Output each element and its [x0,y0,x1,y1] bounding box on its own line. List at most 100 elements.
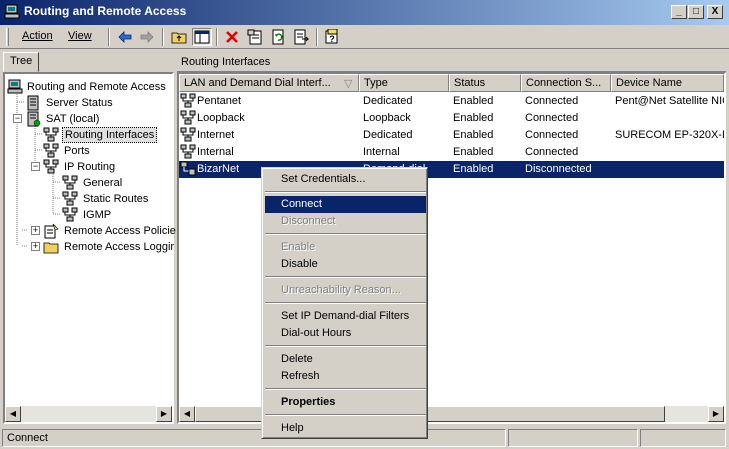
column-header-type[interactable]: Type [359,74,449,92]
server-green-icon [27,111,41,127]
menu-separator [265,191,426,193]
network-icon [43,127,59,142]
tree-item-server-status[interactable]: Server Status [44,96,115,112]
network-interface-icon [180,110,196,125]
expand-expander[interactable]: + [31,226,40,235]
collapse-expander[interactable]: − [13,114,22,123]
sort-indicator-icon: ▽ [344,78,353,90]
network-interface-icon [180,127,196,142]
toolbar-separator [108,28,110,46]
close-button[interactable]: X [707,5,723,19]
menu-item-delete[interactable]: Delete [265,351,426,368]
menu-action[interactable]: Action [22,30,53,42]
network-icon [62,175,78,190]
menu-view[interactable]: View [68,30,92,42]
collapse-expander[interactable]: − [31,162,40,171]
menu-separator [265,388,426,390]
table-row[interactable]: Internet Dedicated Enabled Connected SUR… [179,127,724,144]
tree-item-general[interactable]: General [81,176,124,192]
menu-item-refresh[interactable]: Refresh [265,368,426,385]
scroll-right-icon[interactable]: ▶ [708,406,724,422]
tree-item-ip-routing[interactable]: IP Routing [62,160,117,176]
table-row[interactable]: Loopback Loopback Enabled Connected [179,110,724,127]
tree-view[interactable]: Routing and Remote Access Server Status … [3,72,176,424]
tree-item-remote-access-policies[interactable]: Remote Access Policie [62,224,178,240]
scroll-right-icon[interactable]: ▶ [156,406,172,422]
cell-connection: Disconnected [525,163,592,175]
menu-separator [265,302,426,304]
back-arrow-icon[interactable] [115,28,135,46]
routing-computer-icon [4,4,20,19]
interfaces-list[interactable]: LAN and Demand Dial Interf... ▽ Type Sta… [177,72,726,424]
maximize-button[interactable]: □ [688,5,704,19]
toolbar-grip [6,28,9,46]
cell-type: Internal [363,146,400,158]
column-header-device-name[interactable]: Device Name [611,74,724,92]
tab-tree[interactable]: Tree [3,52,39,72]
menu-item-connect[interactable]: Connect [265,196,426,213]
help-icon[interactable]: ? [322,28,342,46]
tree-item-igmp[interactable]: IGMP [81,208,113,224]
delete-icon[interactable] [222,28,242,46]
status-panel [640,429,726,447]
title-bar[interactable]: Routing and Remote Access _ □ X [0,0,729,25]
menu-separator [265,233,426,235]
expand-expander[interactable]: + [31,242,40,251]
svg-text:?: ? [329,34,335,44]
cell-device: Pent@Net Satellite NIC [615,95,724,107]
cell-device: SURECOM EP-320X-R 1 [615,129,724,141]
demand-dial-interface-icon [180,161,196,176]
menu-item-enable[interactable]: Enable [265,239,426,256]
computer-icon [7,79,23,94]
network-icon [62,191,78,206]
pane-header: Routing Interfaces [177,53,726,72]
menu-item-set-credentials[interactable]: Set Credentials... [265,171,426,188]
column-header-name[interactable]: LAN and Demand Dial Interf... ▽ [179,74,359,92]
tree-horizontal-scrollbar[interactable]: ◀ ▶ [5,406,172,422]
scroll-left-icon[interactable]: ◀ [5,406,21,422]
menu-item-unreachability-reason[interactable]: Unreachability Reason... [265,282,426,299]
table-row[interactable]: Internal Internal Enabled Connected [179,144,724,161]
table-row[interactable]: Pentanet Dedicated Enabled Connected Pen… [179,93,724,110]
tree-item-sat-local[interactable]: SAT (local) [44,112,101,128]
tree-item-routing-interfaces[interactable]: Routing Interfaces [62,127,158,143]
tree-item-static-routes[interactable]: Static Routes [81,192,150,208]
export-list-icon[interactable] [291,28,311,46]
menu-item-help[interactable]: Help [265,420,426,437]
forward-arrow-icon[interactable] [137,28,157,46]
column-header-name-label: LAN and Demand Dial Interf... [184,77,331,89]
server-icon [27,95,39,111]
column-header-connection-state[interactable]: Connection S... [521,74,611,92]
tree-item-remote-access-logging[interactable]: Remote Access Loggir [62,240,176,256]
cell-type: Dedicated [363,129,413,141]
cell-type: Dedicated [363,95,413,107]
column-header-status[interactable]: Status [449,74,521,92]
network-interface-icon [180,93,196,108]
cell-connection: Connected [525,146,579,158]
menu-item-disconnect[interactable]: Disconnect [265,213,426,230]
network-icon [62,207,78,222]
policy-icon [44,223,59,239]
refresh-icon[interactable] [268,28,288,46]
menu-item-properties[interactable]: Properties [265,394,426,411]
minimize-button[interactable]: _ [671,5,687,19]
menu-item-disable[interactable]: Disable [265,256,426,273]
context-menu: Set Credentials... Connect Disconnect En… [261,167,428,439]
cell-name: Pentanet [197,95,242,107]
tree-item-routing-and-remote-access[interactable]: Routing and Remote Access [25,80,168,96]
menu-separator [265,276,426,278]
cell-name: Internet [197,129,235,141]
status-text: Connect [2,429,506,447]
show-hide-tree-icon[interactable] [192,28,212,46]
menu-item-dial-out-hours[interactable]: Dial-out Hours [265,325,426,342]
toolbar: Action View ? [0,25,729,49]
properties-icon[interactable] [245,28,265,46]
tree-item-ports[interactable]: Ports [62,144,92,160]
toolbar-separator [216,28,218,46]
network-icon [43,159,59,174]
menu-item-set-ip-demand-dial-filters[interactable]: Set IP Demand-dial Filters [265,308,426,325]
cell-name: Internal [197,146,234,158]
up-folder-icon[interactable] [169,28,189,46]
scroll-left-icon[interactable]: ◀ [179,406,195,422]
cell-status: Enabled [453,146,494,158]
